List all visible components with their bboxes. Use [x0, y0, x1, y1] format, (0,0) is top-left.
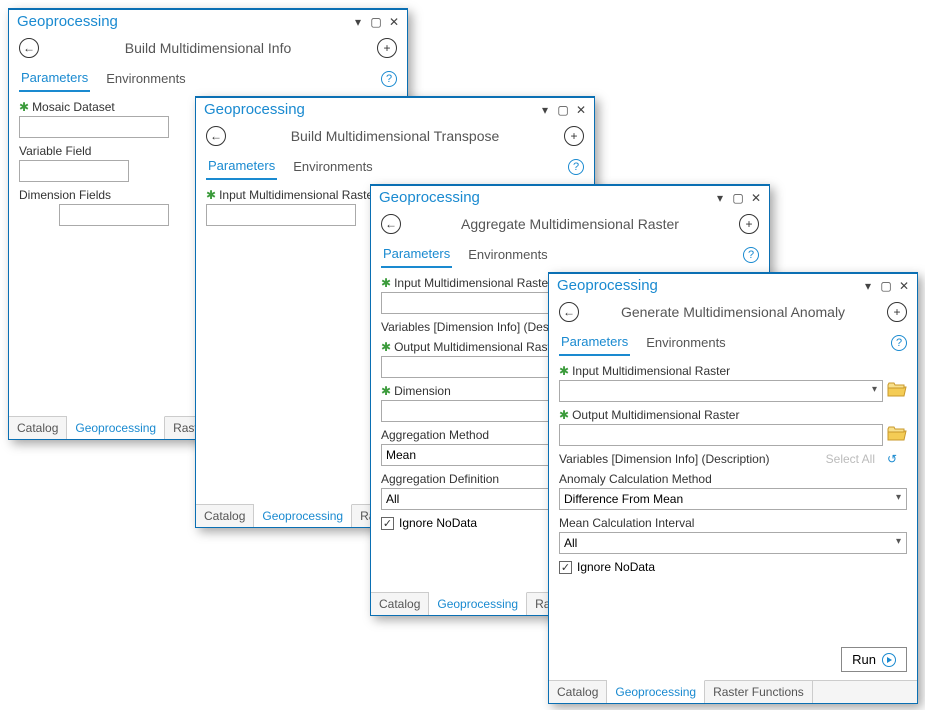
- panel-title: Geoprocessing: [17, 13, 345, 30]
- run-button[interactable]: Run: [841, 647, 907, 672]
- field-label: Variables [Dimension Info] (Description): [559, 452, 770, 466]
- panel-title: Geoprocessing: [379, 189, 707, 206]
- auto-hide-icon[interactable]: ▾: [538, 103, 552, 117]
- field-label: Variable Field: [19, 144, 91, 158]
- field-label: Mosaic Dataset: [32, 100, 115, 114]
- tab-parameters[interactable]: Parameters: [206, 154, 277, 180]
- output-raster-input[interactable]: [559, 424, 883, 446]
- tab-raster-functions[interactable]: Raster Functions: [705, 681, 813, 703]
- panel-generate-multidimensional-anomaly: Geoprocessing ▾ ▢ ✕ ← Generate Multidime…: [548, 272, 918, 704]
- add-button[interactable]: +: [564, 126, 584, 146]
- tab-environments[interactable]: Environments: [644, 331, 727, 355]
- tab-parameters[interactable]: Parameters: [559, 330, 630, 356]
- field-label: Dimension Fields: [19, 188, 111, 202]
- tab-geoprocessing[interactable]: Geoprocessing: [429, 592, 527, 615]
- maximize-icon[interactable]: ▢: [731, 191, 745, 205]
- panel-title: Geoprocessing: [204, 101, 532, 118]
- close-icon[interactable]: ✕: [387, 15, 401, 29]
- field-label: Dimension: [394, 384, 451, 398]
- field-label: Input Multidimensional Raster: [394, 276, 552, 290]
- help-icon[interactable]: ?: [381, 71, 397, 87]
- required-icon: ✱: [559, 408, 569, 422]
- dimension-fields-input[interactable]: [59, 204, 169, 226]
- play-icon: [882, 653, 896, 667]
- tab-parameters[interactable]: Parameters: [381, 242, 452, 268]
- add-button[interactable]: +: [739, 214, 759, 234]
- variable-field-input[interactable]: [19, 160, 129, 182]
- field-label: Input Multidimensional Raster: [219, 188, 377, 202]
- panel-title: Geoprocessing: [557, 277, 855, 294]
- field-label: Anomaly Calculation Method: [559, 472, 712, 486]
- ignore-nodata-checkbox[interactable]: ✓: [381, 517, 394, 530]
- auto-hide-icon[interactable]: ▾: [713, 191, 727, 205]
- run-label: Run: [852, 652, 876, 667]
- tab-environments[interactable]: Environments: [291, 155, 374, 179]
- tab-catalog[interactable]: Catalog: [549, 681, 607, 703]
- tab-geoprocessing[interactable]: Geoprocessing: [67, 416, 165, 439]
- checkbox-label: Ignore NoData: [577, 560, 655, 574]
- tab-environments[interactable]: Environments: [104, 67, 187, 91]
- add-button[interactable]: +: [377, 38, 397, 58]
- back-button[interactable]: ←: [19, 38, 39, 58]
- maximize-icon[interactable]: ▢: [556, 103, 570, 117]
- tab-catalog[interactable]: Catalog: [9, 417, 67, 439]
- tab-environments[interactable]: Environments: [466, 243, 549, 267]
- tab-catalog[interactable]: Catalog: [371, 593, 429, 615]
- select-all-link[interactable]: Select All: [826, 452, 875, 466]
- auto-hide-icon[interactable]: ▾: [351, 15, 365, 29]
- reset-icon[interactable]: ↺: [887, 452, 897, 466]
- required-icon: ✱: [381, 384, 391, 398]
- browse-button[interactable]: [887, 382, 907, 400]
- help-icon[interactable]: ?: [891, 335, 907, 351]
- required-icon: ✱: [206, 188, 216, 202]
- checkbox-label: Ignore NoData: [399, 516, 477, 530]
- maximize-icon[interactable]: ▢: [879, 279, 893, 293]
- required-icon: ✱: [381, 276, 391, 290]
- field-label: Output Multidimensional Raster: [394, 340, 561, 354]
- tool-title: Aggregate Multidimensional Raster: [401, 216, 739, 232]
- back-button[interactable]: ←: [206, 126, 226, 146]
- required-icon: ✱: [381, 340, 391, 354]
- field-label: Aggregation Method: [381, 428, 489, 442]
- field-label: Input Multidimensional Raster: [572, 364, 730, 378]
- input-raster-input[interactable]: [559, 380, 883, 402]
- auto-hide-icon[interactable]: ▾: [861, 279, 875, 293]
- tab-geoprocessing[interactable]: Geoprocessing: [254, 504, 352, 527]
- help-icon[interactable]: ?: [568, 159, 584, 175]
- field-label: Output Multidimensional Raster: [572, 408, 739, 422]
- bottom-tabs: Catalog Geoprocessing Raster Functions: [549, 680, 917, 703]
- back-button[interactable]: ←: [381, 214, 401, 234]
- tool-title: Build Multidimensional Transpose: [226, 128, 564, 144]
- mosaic-dataset-input[interactable]: [19, 116, 169, 138]
- mean-interval-select[interactable]: [559, 532, 907, 554]
- back-button[interactable]: ←: [559, 302, 579, 322]
- anomaly-method-select[interactable]: [559, 488, 907, 510]
- browse-button[interactable]: [887, 426, 907, 444]
- tool-title: Build Multidimensional Info: [39, 40, 377, 56]
- field-label: Aggregation Definition: [381, 472, 499, 486]
- field-label: Mean Calculation Interval: [559, 516, 694, 530]
- input-raster-input[interactable]: [206, 204, 356, 226]
- close-icon[interactable]: ✕: [749, 191, 763, 205]
- add-button[interactable]: +: [887, 302, 907, 322]
- help-icon[interactable]: ?: [743, 247, 759, 263]
- ignore-nodata-checkbox[interactable]: ✓: [559, 561, 572, 574]
- close-icon[interactable]: ✕: [574, 103, 588, 117]
- tab-catalog[interactable]: Catalog: [196, 505, 254, 527]
- close-icon[interactable]: ✕: [897, 279, 911, 293]
- tool-title: Generate Multidimensional Anomaly: [579, 304, 887, 320]
- tab-parameters[interactable]: Parameters: [19, 66, 90, 92]
- required-icon: ✱: [19, 100, 29, 114]
- tab-geoprocessing[interactable]: Geoprocessing: [607, 680, 705, 703]
- required-icon: ✱: [559, 364, 569, 378]
- maximize-icon[interactable]: ▢: [369, 15, 383, 29]
